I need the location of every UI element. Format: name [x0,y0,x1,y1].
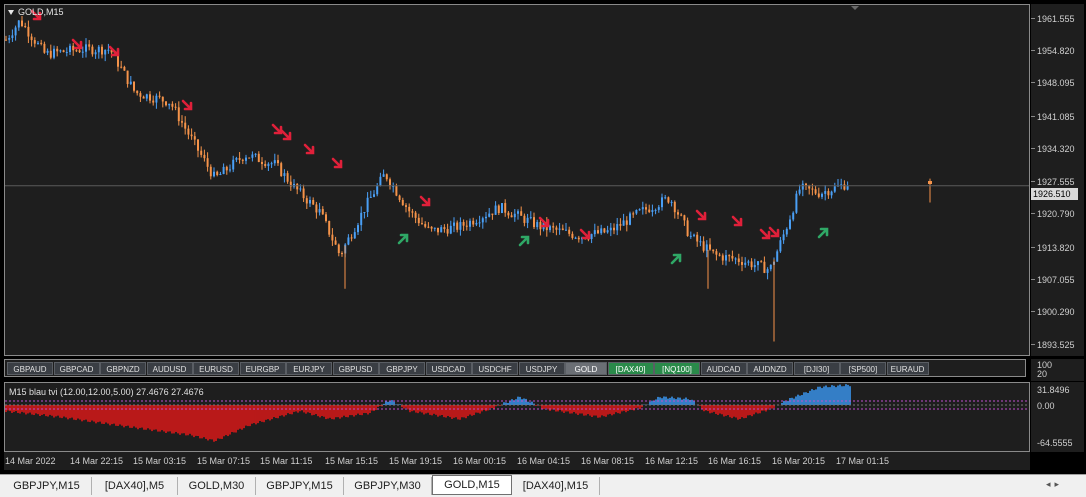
time-label: 16 Mar 00:15 [453,456,507,466]
time-label: 15 Mar 15:15 [325,456,379,466]
indicator-label-min: -64.5555 [1037,438,1073,448]
time-label: 16 Mar 12:15 [645,456,699,466]
time-label: 17 Mar 01:15 [836,456,890,466]
time-label: 15 Mar 07:15 [197,456,251,466]
indicator-title: M15 blau tvi (12.00,12.00,5.00) 27.4676 … [9,387,204,397]
time-label: 15 Mar 19:15 [389,456,443,466]
indicator-label-max: 31.8496 [1037,385,1070,395]
time-label: 14 Mar 2022 [5,456,56,466]
time-label: 16 Mar 04:15 [517,456,571,466]
tab-scroll-arrows-icon[interactable]: ◂▸ [1046,479,1063,490]
time-axis[interactable]: 14 Mar 2022 14 Mar 22:15 15 Mar 03:15 15 Ma… [4,452,1030,470]
chart-tab-goldm15[interactable]: GOLD,M15 [432,475,512,495]
time-label: 14 Mar 22:15 [70,456,124,466]
chart-tab-gbpjpym30[interactable]: GBPJPY,M30 [344,477,432,495]
time-label: 16 Mar 20:15 [772,456,826,466]
chart-tab-dax40m5[interactable]: [DAX40],M5 [92,477,178,495]
chart-tab-goldm30[interactable]: GOLD,M30 [178,477,256,495]
time-label: 15 Mar 11:15 [260,456,313,466]
chart-tab-bar: ◂▸ GBPJPY,M15 [DAX40],M5 GOLD,M30 GBPJPY,M1… [0,474,1086,497]
indicator-label-zero: 0.00 [1037,401,1055,411]
indicator-axis: 31.8496 0.00 -64.5555 [1031,382,1084,452]
chart-tab-gbpjpym15[interactable]: GBPJPY,M15 [256,477,344,495]
time-label: 16 Mar 16:15 [708,456,762,466]
chart-tab-gbpjpym15[interactable]: GBPJPY,M15 [2,477,92,495]
time-label: 16 Mar 08:15 [581,456,635,466]
chart-tab-dax40m15[interactable]: [DAX40],M15 [512,477,600,495]
time-label: 15 Mar 03:15 [133,456,187,466]
